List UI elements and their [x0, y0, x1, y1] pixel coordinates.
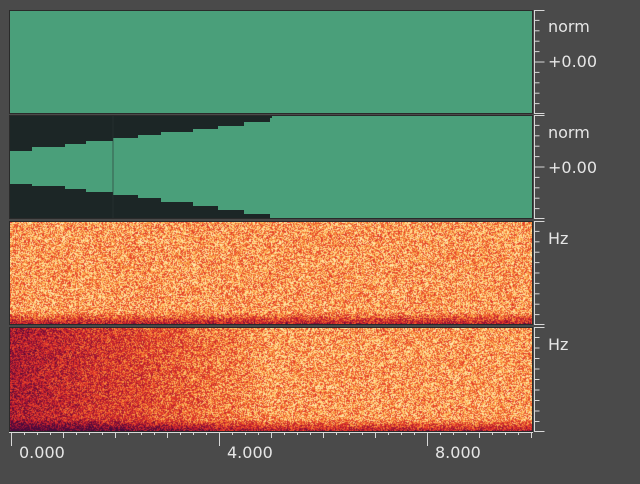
- time-label-4: 4.000: [227, 443, 273, 462]
- spectrogram-track-2[interactable]: [9, 327, 533, 432]
- track-4-unit-label: Hz: [548, 335, 569, 354]
- time-label-8: 8.000: [435, 443, 481, 462]
- timeline-ruler[interactable]: [0, 432, 640, 480]
- track-1-value-label: +0.00: [548, 52, 598, 71]
- amplitude-ruler-1: [533, 10, 545, 114]
- amplitude-ruler-2: [533, 115, 545, 219]
- spectrogram-1-graphic: [10, 222, 532, 324]
- frequency-ruler-1: [533, 221, 545, 325]
- waveform-track-2[interactable]: [9, 115, 533, 219]
- track-2-value-label: +0.00: [548, 158, 598, 177]
- waveform-1-graphic: [10, 11, 532, 113]
- waveform-track-1[interactable]: [9, 10, 533, 114]
- frequency-ruler-2: [533, 327, 545, 432]
- time-label-0: 0.000: [19, 443, 65, 462]
- track-3-unit-label: Hz: [548, 229, 569, 248]
- spectrogram-2-graphic: [10, 328, 532, 431]
- track-1-unit-label: norm: [548, 17, 590, 36]
- spectrogram-track-1[interactable]: [9, 221, 533, 325]
- track-2-unit-label: norm: [548, 123, 590, 142]
- waveform-2-graphic: [10, 116, 532, 218]
